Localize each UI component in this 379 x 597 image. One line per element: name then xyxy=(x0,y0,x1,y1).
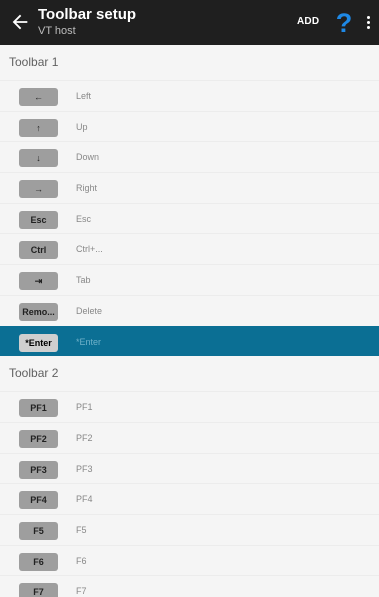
key-button[interactable]: F5 xyxy=(19,521,58,540)
page-subtitle: VT host xyxy=(38,25,76,37)
key-button[interactable]: F7 xyxy=(19,583,58,597)
section-header-toolbar-2: Toolbar 2 xyxy=(0,356,379,392)
key-button[interactable]: Esc xyxy=(19,210,58,229)
key-button[interactable]: → xyxy=(19,180,58,199)
toolbar-item-row[interactable]: F5 F5 xyxy=(0,513,379,545)
toolbar-list: Toolbar 1 ← Left ↑ Up ↓ Down → Right Esc… xyxy=(0,45,379,597)
key-button[interactable]: PF4 xyxy=(19,491,58,510)
key-label: Right xyxy=(76,183,98,194)
key-button[interactable]: PF1 xyxy=(19,399,58,418)
toolbar-item-row[interactable]: PF4 PF4 xyxy=(0,483,379,514)
key-button[interactable]: ⇥ xyxy=(19,272,58,291)
key-label: PF2 xyxy=(76,432,93,443)
page-title: Toolbar setup xyxy=(38,6,137,23)
help-icon[interactable]: ? xyxy=(333,8,355,38)
toolbar-item-row[interactable]: ⇥ Tab xyxy=(0,264,379,295)
key-button[interactable]: ← xyxy=(19,88,58,106)
app-bar: Toolbar setup VT host ADD ? xyxy=(0,0,379,45)
key-label: Ctrl+... xyxy=(76,244,103,255)
key-label: *Enter xyxy=(76,336,102,347)
toolbar-item-row[interactable]: Ctrl Ctrl+... xyxy=(0,233,379,265)
toolbar-item-row[interactable]: Remo... Delete xyxy=(0,294,379,326)
key-label: PF3 xyxy=(76,463,93,474)
key-label: F5 xyxy=(76,524,87,535)
key-label: F6 xyxy=(76,555,87,566)
key-label: Up xyxy=(76,121,88,132)
key-label: PF1 xyxy=(76,402,93,413)
toolbar-item-row[interactable]: → Right xyxy=(0,172,379,203)
key-button[interactable]: ↑ xyxy=(19,118,58,137)
toolbar-item-row[interactable]: F6 F6 xyxy=(0,544,379,576)
toolbar-2-list: PF1 PF1 PF2 PF2 PF3 PF3 PF4 PF4 F5 F5 F6… xyxy=(0,391,379,597)
key-label: Tab xyxy=(76,275,91,286)
key-label: F7 xyxy=(76,586,87,597)
toolbar-item-row[interactable]: ↓ Down xyxy=(0,141,379,173)
toolbar-item-row[interactable]: PF3 PF3 xyxy=(0,452,379,484)
title-block: Toolbar setup VT host xyxy=(38,6,136,39)
section-header-toolbar-1: Toolbar 1 xyxy=(0,45,379,80)
add-button[interactable]: ADD xyxy=(297,16,319,27)
key-button[interactable]: PF3 xyxy=(19,460,58,479)
toolbar-item-row[interactable]: Esc Esc xyxy=(0,202,379,234)
toolbar-item-row[interactable]: PF2 PF2 xyxy=(0,421,379,453)
toolbar-1-list: ← Left ↑ Up ↓ Down → Right Esc Esc Ctrl … xyxy=(0,80,379,357)
key-label: Esc xyxy=(76,213,92,224)
back-arrow-icon[interactable] xyxy=(9,11,31,33)
toolbar-item-row[interactable]: *Enter *Enter xyxy=(0,325,379,357)
key-label: PF4 xyxy=(76,494,93,505)
toolbar-item-row[interactable]: F7 F7 xyxy=(0,575,379,597)
key-button[interactable]: ↓ xyxy=(19,149,58,168)
key-button[interactable]: F6 xyxy=(19,552,58,571)
key-button[interactable]: PF2 xyxy=(19,429,58,448)
key-label: Delete xyxy=(76,305,103,316)
toolbar-item-row[interactable]: PF1 PF1 xyxy=(0,391,379,422)
key-button[interactable]: Remo... xyxy=(19,302,58,321)
key-label: Left xyxy=(76,91,92,101)
toolbar-item-row[interactable]: ← Left xyxy=(0,80,379,111)
more-vert-icon[interactable] xyxy=(366,16,372,30)
key-button[interactable]: *Enter xyxy=(19,333,58,352)
key-label: Down xyxy=(76,152,100,163)
toolbar-item-row[interactable]: ↑ Up xyxy=(0,110,379,142)
key-button[interactable]: Ctrl xyxy=(19,241,58,260)
